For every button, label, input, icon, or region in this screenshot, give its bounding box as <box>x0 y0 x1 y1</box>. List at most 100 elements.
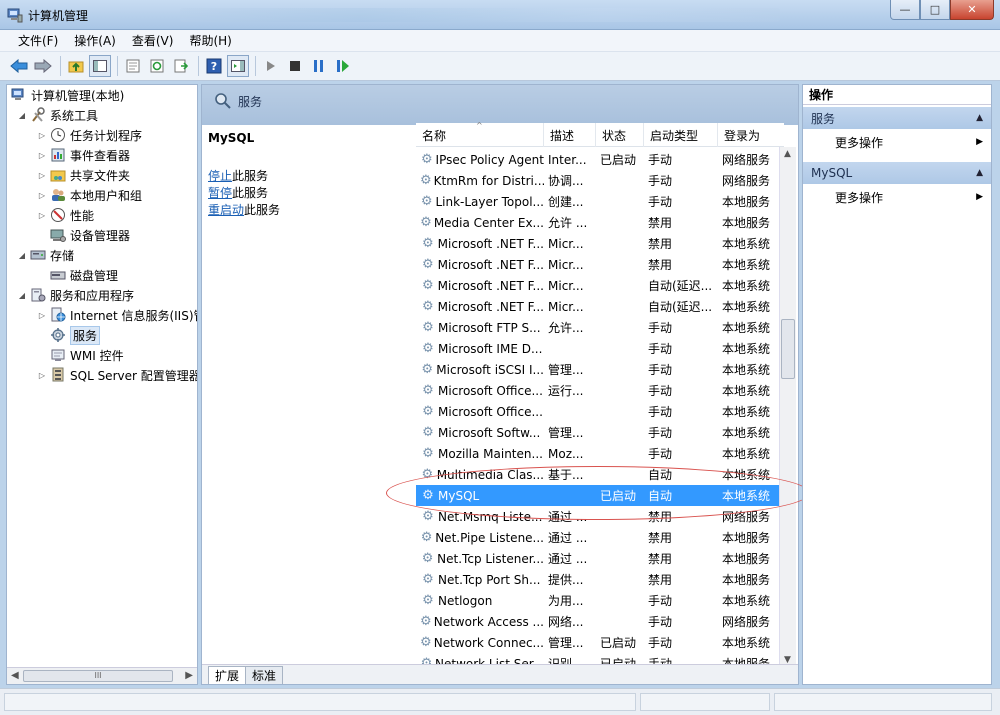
service-row[interactable]: ⚙ Microsoft IME D... 手动 本地系统 <box>416 338 784 359</box>
column-startup-type[interactable]: 启动类型 <box>644 123 718 147</box>
service-row[interactable]: ⚙ Microsoft Office... 运行... 手动 本地系统 <box>416 380 784 401</box>
menu-file[interactable]: 文件(F) <box>10 32 66 49</box>
service-row[interactable]: ⚙ Network Connec... 管理... 已启动 手动 本地系统 <box>416 632 784 653</box>
tree-item-system-tools[interactable]: ◢ 系统工具 <box>17 105 98 125</box>
service-row[interactable]: ⚙ Net.Tcp Port Sh... 提供... 禁用 本地服务 <box>416 569 784 590</box>
service-gear-icon: ⚙ <box>420 215 432 230</box>
scrollbar-thumb[interactable]: III <box>23 670 173 682</box>
scroll-right-icon[interactable]: ▶ <box>185 670 193 681</box>
service-row[interactable]: ⚙ Microsoft Office... 手动 本地系统 <box>416 401 784 422</box>
show-hide-action-pane-icon[interactable] <box>227 55 249 77</box>
service-row[interactable]: ⚙ KtmRm for Distri... 协调... 手动 网络服务 <box>416 170 784 191</box>
tree-horizontal-scrollbar[interactable]: ◀ III ▶ <box>7 667 197 684</box>
properties-icon[interactable] <box>122 55 144 77</box>
maximize-button[interactable]: □ <box>920 0 950 20</box>
service-row[interactable]: ⚙ Microsoft .NET F... Micr... 自动(延迟... 本地系统 <box>416 275 784 296</box>
expand-arrow-icon[interactable]: ▷ <box>37 371 47 380</box>
scroll-up-icon[interactable]: ▲ <box>784 149 791 159</box>
menu-action[interactable]: 操作(A) <box>66 32 124 49</box>
start-service-icon[interactable] <box>260 55 282 77</box>
tree-item-services[interactable]: 服务 <box>50 325 101 345</box>
more-actions-services[interactable]: 更多操作 ▶ <box>803 131 991 153</box>
tree-item-storage[interactable]: ◢ 存储 <box>17 245 74 265</box>
menu-view[interactable]: 查看(V) <box>124 32 182 49</box>
tree-item-services-apps[interactable]: ◢ 服务和应用程序 <box>17 285 134 305</box>
service-row[interactable]: ⚙ Multimedia Clas... 基于... 自动 本地系统 <box>416 464 784 485</box>
restart-service-link[interactable]: 重启动 <box>208 203 244 217</box>
restart-service-icon[interactable] <box>332 55 354 77</box>
tree-item-performance[interactable]: ▷ 性能 <box>37 205 94 225</box>
export-list-icon[interactable] <box>170 55 192 77</box>
column-description[interactable]: 描述 <box>544 123 596 147</box>
service-row[interactable]: ⚙ Netlogon 为用... 手动 本地系统 <box>416 590 784 611</box>
expand-arrow-icon[interactable]: ▷ <box>37 171 47 180</box>
tree-item-sql-server[interactable]: ▷ SQL Server 配置管理器 <box>37 365 197 385</box>
service-row[interactable]: ⚙ Net.Tcp Listener... 通过 ... 禁用 本地服务 <box>416 548 784 569</box>
service-name: Net.Tcp Port Sh... <box>438 572 541 587</box>
tab-standard[interactable]: 标准 <box>245 666 284 684</box>
service-gear-icon: ⚙ <box>422 425 434 440</box>
service-row[interactable]: ⚙ Link-Layer Topol... 创建... 手动 本地服务 <box>416 191 784 212</box>
column-status[interactable]: 状态 <box>596 123 644 147</box>
expand-arrow-icon[interactable]: ▷ <box>37 131 47 140</box>
tree-item-iis[interactable]: ▷ Internet 信息服务(IIS)管 <box>37 305 197 325</box>
column-name[interactable]: 名称 ^ <box>416 121 544 147</box>
expand-arrow-icon[interactable]: ▷ <box>37 211 47 220</box>
stop-service-link[interactable]: 停止 <box>208 169 232 183</box>
service-row[interactable]: ⚙ Microsoft .NET F... Micr... 禁用 本地系统 <box>416 233 784 254</box>
service-description: 为用... <box>548 594 584 608</box>
expand-arrow-icon[interactable]: ▷ <box>37 191 47 200</box>
back-arrow-icon[interactable] <box>8 55 30 77</box>
minimize-button[interactable]: — <box>890 0 920 20</box>
service-description: Micr... <box>548 299 584 314</box>
service-row[interactable]: ⚙ Microsoft iSCSI I... 管理... 手动 本地系统 <box>416 359 784 380</box>
tree-item-device-manager[interactable]: 设备管理器 <box>50 225 130 245</box>
tab-extended[interactable]: 扩展 <box>208 666 247 684</box>
up-folder-icon[interactable] <box>65 55 87 77</box>
service-row[interactable]: ⚙ Media Center Ex... 允许 ... 禁用 本地服务 <box>416 212 784 233</box>
collapse-arrow-icon[interactable]: ◢ <box>17 111 27 120</box>
service-row[interactable]: ⚙ Microsoft .NET F... Micr... 自动(延迟... 本地系统 <box>416 296 784 317</box>
stop-service-icon[interactable] <box>284 55 306 77</box>
service-row[interactable]: ⚙ Microsoft FTP S... 允许... 手动 本地系统 <box>416 317 784 338</box>
scroll-left-icon[interactable]: ◀ <box>11 670 19 681</box>
column-log-on-as[interactable]: 登录为 <box>718 123 784 147</box>
scrollbar-thumb[interactable] <box>781 319 795 379</box>
tree-item-disk-management[interactable]: 磁盘管理 <box>50 265 118 285</box>
tree-item-shared-folders[interactable]: ▷ 共享文件夹 <box>37 165 130 185</box>
close-button[interactable]: ✕ <box>950 0 994 20</box>
service-log-on-as: 本地系统 <box>722 468 771 482</box>
list-vertical-scrollbar[interactable]: ▲ ▼ <box>779 147 796 667</box>
service-row[interactable]: ⚙ Net.Pipe Listene... 通过 ... 禁用 本地服务 <box>416 527 784 548</box>
tree-item-task-scheduler[interactable]: ▷ 任务计划程序 <box>37 125 142 145</box>
expand-arrow-icon[interactable]: ▷ <box>37 151 47 160</box>
service-row[interactable]: ⚙ Microsoft Softw... 管理... 手动 本地系统 <box>416 422 784 443</box>
service-row[interactable]: ⚙ Net.Msmq Liste... 通过 ... 禁用 网络服务 <box>416 506 784 527</box>
service-row[interactable]: ⚙ MySQL 已启动 自动 本地系统 <box>416 485 784 506</box>
service-row[interactable]: ⚙ Network Access ... 网络... 手动 网络服务 <box>416 611 784 632</box>
service-row[interactable]: ⚙ Mozilla Mainten... Moz... 手动 本地系统 <box>416 443 784 464</box>
collapse-arrow-icon[interactable]: ◢ <box>17 251 27 260</box>
actions-section-mysql[interactable]: MySQL ▲ <box>803 162 991 184</box>
expand-arrow-icon[interactable]: ▷ <box>37 311 47 320</box>
menu-help[interactable]: 帮助(H) <box>181 32 239 49</box>
service-row[interactable]: ⚙ Microsoft .NET F... Micr... 禁用 本地系统 <box>416 254 784 275</box>
pause-service-icon[interactable] <box>308 55 330 77</box>
collapse-triangle-icon[interactable]: ▲ <box>976 168 983 178</box>
tree-item-local-users[interactable]: ▷ 本地用户和组 <box>37 185 142 205</box>
service-row[interactable]: ⚙ IPsec Policy Agent Inter... 已启动 手动 网络服务 <box>416 149 784 170</box>
refresh-icon[interactable] <box>146 55 168 77</box>
more-actions-mysql[interactable]: 更多操作 ▶ <box>803 186 991 208</box>
collapse-triangle-icon[interactable]: ▲ <box>976 113 983 123</box>
pause-service-link[interactable]: 暂停 <box>208 186 232 200</box>
forward-arrow-icon[interactable] <box>32 55 54 77</box>
help-icon[interactable]: ? <box>203 55 225 77</box>
tree-item-event-viewer[interactable]: ▷ 事件查看器 <box>37 145 130 165</box>
tree-item-root[interactable]: 计算机管理(本地) <box>11 85 124 105</box>
tree-item-wmi[interactable]: WMI 控件 <box>50 345 124 365</box>
show-hide-console-tree-icon[interactable] <box>89 55 111 77</box>
service-log-on-as: 本地系统 <box>722 300 771 314</box>
actions-section-services[interactable]: 服务 ▲ <box>803 107 991 129</box>
status-bar <box>0 688 1000 715</box>
collapse-arrow-icon[interactable]: ◢ <box>17 291 27 300</box>
